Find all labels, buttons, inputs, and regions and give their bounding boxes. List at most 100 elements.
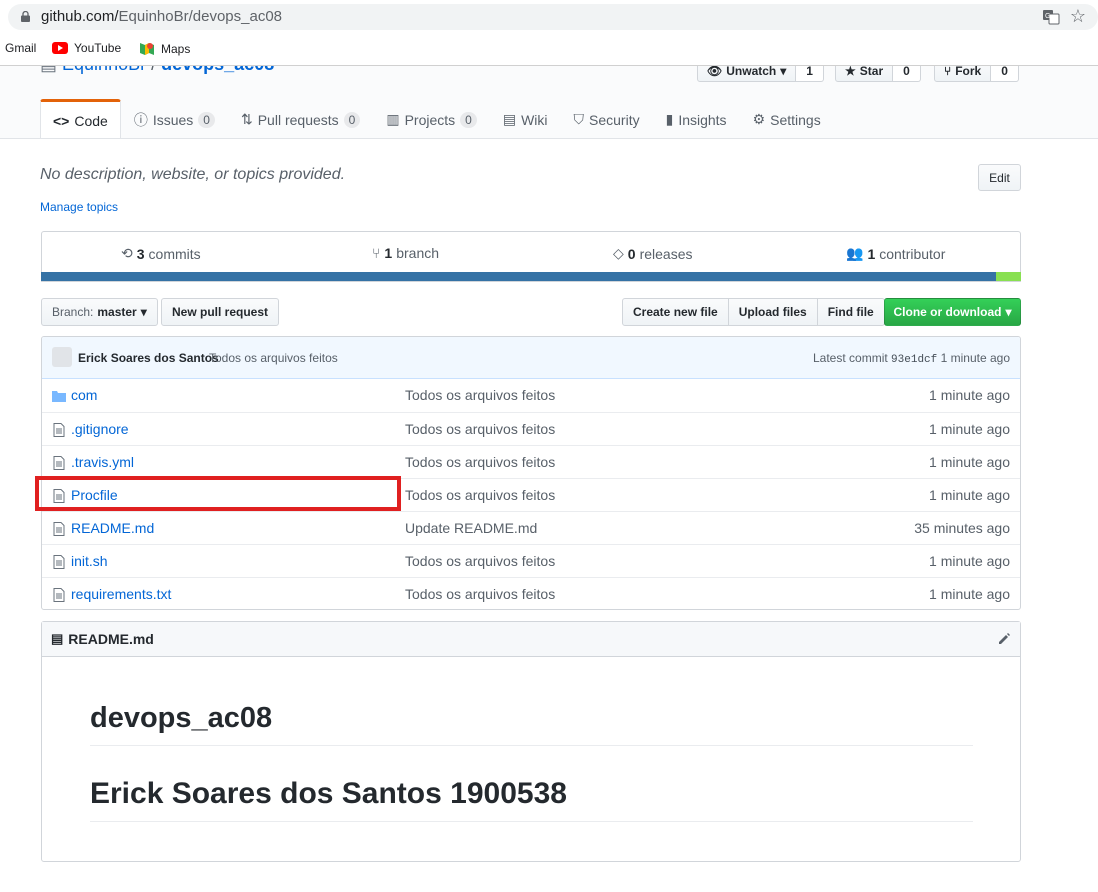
new-pull-request-button[interactable]: New pull request [161,298,280,326]
pencil-icon[interactable] [996,631,1012,647]
file-age: 1 minute ago [929,553,1010,569]
repo-title: ▤ EquinhoBr / devops_ac08 [40,66,274,75]
history-icon: ⟲ [121,245,133,261]
branch-icon: ⑂ [372,245,381,261]
commit-sha[interactable]: 93e1dcf [891,354,937,366]
file-name-link[interactable]: com [71,387,97,403]
file-icon [53,423,65,437]
clone-or-download-button[interactable]: Clone or download ▾ [884,298,1021,326]
language-bar-segment-shell [996,272,1021,281]
file-commit-message[interactable]: Todos os arquivos feitos [405,487,555,503]
star-button[interactable]: ★ Star [835,66,894,82]
create-new-file-button[interactable]: Create new file [622,298,729,326]
address-bar[interactable]: github.com/EquinhoBr/devops_ac08 G ☆ [8,4,1098,30]
unwatch-button[interactable]: 👁 Unwatch ▾ [697,66,797,82]
bookmark-youtube[interactable]: YouTube [52,41,121,55]
file-listing: Erick Soares dos Santos Todos os arquivo… [41,336,1021,610]
tab-code[interactable]: <> Code [40,99,121,138]
file-name-link[interactable]: requirements.txt [71,586,171,602]
readme-box: ▤ README.md devops_ac08 Erick Soares dos… [41,621,1021,862]
upload-files-button[interactable]: Upload files [727,298,818,326]
file-actions: Create new file Upload files Find file [622,298,885,326]
folder-icon [52,391,66,402]
bookmark-gmail[interactable]: Gmail [5,41,36,55]
fork-icon: ⑂ [944,66,952,78]
file-icon [53,522,65,536]
repo-header: ▤ EquinhoBr / devops_ac08 👁Unwatch ▾ 1 ★… [0,66,1098,139]
projects-counter: 0 [460,111,477,128]
language-bar-segment-python [41,272,996,281]
file-commit-message[interactable]: Todos os arquivos feitos [405,586,555,602]
file-name-link[interactable]: README.md [71,520,154,536]
repo-icon: ▤ [40,66,57,74]
watch-count[interactable]: 1 [796,66,824,82]
book-icon: ▤ [51,631,64,646]
watch-action: 👁 Unwatch ▾ 1 [697,66,824,82]
tab-wiki[interactable]: ▤ Wiki [490,99,561,138]
repo-nav-tabs: <> Code ⓘ Issues 0 ⇅ Pull requests 0 ▥ P… [40,99,834,138]
fork-button[interactable]: ⑂ Fork [934,66,992,82]
file-row: requirements.txt Todos os arquivos feitos… [42,577,1020,609]
shield-icon: ⛉ [573,111,585,127]
avatar[interactable] [52,347,72,367]
lock-icon [21,11,30,22]
releases-link[interactable]: ◇ 0 releases [613,245,693,262]
file-row: README.md Update README.md 35 minutes ago [42,511,1020,544]
file-commit-message[interactable]: Update README.md [405,520,537,536]
file-row: .gitignore Todos os arquivos feitos 1 minu… [42,412,1020,445]
file-name-link[interactable]: init.sh [71,553,108,569]
tab-pull-requests[interactable]: ⇅ Pull requests 0 [228,99,373,138]
graph-icon: ▮ [665,111,674,127]
file-row: .travis.yml Todos os arquivos feitos 1 min… [42,445,1020,478]
commits-link[interactable]: ⟲ 3 commits [121,245,201,262]
repo-separator: / [151,66,156,74]
star-count[interactable]: 0 [893,66,921,82]
tab-issues[interactable]: ⓘ Issues 0 [121,99,228,138]
file-age: 1 minute ago [929,421,1010,437]
translate-icon[interactable]: G [1042,8,1060,26]
file-commit-message[interactable]: Todos os arquivos feitos [405,387,555,403]
gear-icon: ⚙ [752,111,766,127]
commit-message[interactable]: Todos os arquivos feitos [209,351,338,365]
readme-title: ▤ README.md [51,631,154,647]
file-commit-message[interactable]: Todos os arquivos feitos [405,421,555,437]
pull-requests-counter: 0 [343,111,361,128]
fork-count[interactable]: 0 [991,66,1019,82]
branch-select-button[interactable]: Branch: master ▾ [41,298,158,326]
tab-projects[interactable]: ▥ Projects 0 [373,99,490,138]
file-name-link[interactable]: .gitignore [71,421,129,437]
star-icon: ★ [845,66,856,78]
manage-topics-link[interactable]: Manage topics [40,200,118,214]
eye-icon: 👁 [707,66,723,78]
tab-settings[interactable]: ⚙ Settings [740,99,834,138]
bookmark-star-icon[interactable]: ☆ [1070,7,1086,25]
repo-description: No description, website, or topics provi… [40,166,346,183]
tab-security[interactable]: ⛉ Security [561,99,653,138]
repo-name-link[interactable]: devops_ac08 [161,66,274,74]
procfile-highlight-box [35,476,401,511]
repo-owner-link[interactable]: EquinhoBr [62,66,146,74]
caret-down-icon: ▾ [140,305,147,319]
file-age: 35 minutes ago [914,520,1010,536]
commit-author[interactable]: Erick Soares dos Santos [78,351,219,365]
bookmark-maps[interactable]: Maps [139,41,190,57]
svg-text:G: G [1045,13,1050,20]
file-icon [53,456,65,470]
issue-icon: ⓘ [133,111,148,128]
star-action: ★ Star 0 [835,66,921,82]
file-age: 1 minute ago [929,487,1010,503]
project-icon: ▥ [386,111,400,127]
commit-tease: Erick Soares dos Santos Todos os arquivo… [42,337,1020,379]
branches-link[interactable]: ⑂ 1 branch [372,245,439,261]
find-file-button[interactable]: Find file [816,298,885,326]
tab-insights[interactable]: ▮ Insights [653,99,740,138]
bookmarks-bar: Gmail YouTube Maps [0,34,1098,66]
file-name-link[interactable]: .travis.yml [71,454,134,470]
contributors-link[interactable]: 👥 1 contributor [846,245,945,262]
language-bar[interactable] [41,272,1021,281]
file-age: 1 minute ago [929,586,1010,602]
edit-description-button[interactable]: Edit [978,164,1021,191]
file-commit-message[interactable]: Todos os arquivos feitos [405,553,555,569]
file-commit-message[interactable]: Todos os arquivos feitos [405,454,555,470]
address-bar-area: github.com/EquinhoBr/devops_ac08 G ☆ [0,0,1098,34]
